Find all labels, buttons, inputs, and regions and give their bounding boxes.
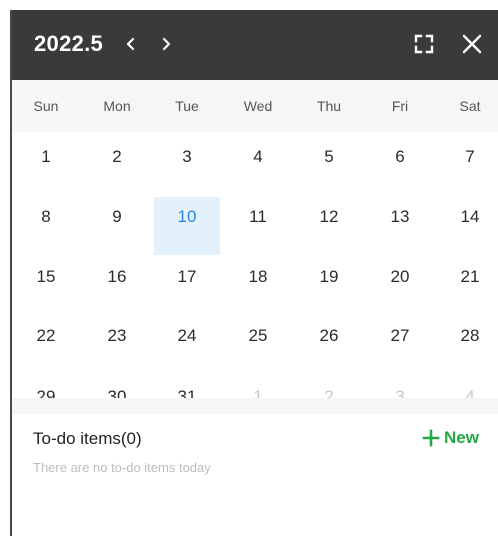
day-cell[interactable]: 3 xyxy=(154,137,220,195)
day-cell[interactable]: 9 xyxy=(84,197,150,255)
day-cell[interactable]: 23 xyxy=(84,316,150,374)
empty-todo-text: There are no to-do items today xyxy=(33,460,211,475)
chevron-right-icon xyxy=(162,37,171,51)
day-cell[interactable]: 6 xyxy=(367,137,433,195)
day-cell[interactable]: 20 xyxy=(367,257,433,315)
day-cell[interactable]: 18 xyxy=(225,257,291,315)
prev-month-button[interactable] xyxy=(118,30,144,58)
new-todo-label: New xyxy=(444,428,479,447)
day-cell[interactable]: 24 xyxy=(154,316,220,374)
new-todo-button[interactable]: New xyxy=(422,424,479,452)
close-button[interactable] xyxy=(457,29,487,59)
day-cell[interactable]: 15 xyxy=(13,257,79,315)
day-cell[interactable]: 26 xyxy=(296,316,362,374)
weekday-label: Sat xyxy=(459,98,481,114)
day-cell[interactable]: 19 xyxy=(296,257,362,315)
day-cell[interactable]: 17 xyxy=(154,257,220,315)
weekday-label: Mon xyxy=(103,98,131,114)
day-cell[interactable]: 14 xyxy=(437,197,498,255)
expand-icon xyxy=(414,34,434,54)
expand-button[interactable] xyxy=(409,29,439,59)
weekday-header-row: Sun Mon Tue Wed Thu Fri Sat xyxy=(12,80,498,132)
calendar-header: 2022.5 xyxy=(12,10,498,80)
month-title: 2022.5 xyxy=(34,31,104,56)
day-cell[interactable]: 21 xyxy=(437,257,498,315)
day-cell[interactable]: 13 xyxy=(367,197,433,255)
weekday-label: Wed xyxy=(243,98,273,114)
day-cell[interactable]: 7 xyxy=(437,137,498,195)
day-cell[interactable]: 25 xyxy=(225,316,291,374)
day-cell[interactable]: 4 xyxy=(225,137,291,195)
next-month-button[interactable] xyxy=(153,30,179,58)
weekday-label: Fri xyxy=(391,98,409,114)
day-cell[interactable]: 16 xyxy=(84,257,150,315)
weekday-label: Sun xyxy=(33,98,59,114)
day-cell[interactable]: 28 xyxy=(437,316,498,374)
day-cell[interactable]: 12 xyxy=(296,197,362,255)
calendar-panel: 2022.5 Sun Mon Tue Wed Thu Fri Sat 1 2 3… xyxy=(10,10,498,536)
close-icon xyxy=(462,34,482,54)
day-cell[interactable]: 27 xyxy=(367,316,433,374)
day-cell[interactable]: 1 xyxy=(13,137,79,195)
chevron-left-icon xyxy=(126,37,135,51)
day-cell[interactable]: 8 xyxy=(13,197,79,255)
day-cell-today[interactable]: 10 xyxy=(154,197,220,255)
day-cell[interactable]: 5 xyxy=(296,137,362,195)
section-divider xyxy=(12,398,498,414)
day-cell[interactable]: 22 xyxy=(13,316,79,374)
day-cell[interactable]: 2 xyxy=(84,137,150,195)
day-cell[interactable]: 11 xyxy=(225,197,291,255)
weekday-label: Tue xyxy=(175,98,199,114)
weekday-label: Thu xyxy=(316,98,342,114)
plus-icon xyxy=(422,429,440,447)
todo-title: To-do items(0) xyxy=(33,429,142,448)
